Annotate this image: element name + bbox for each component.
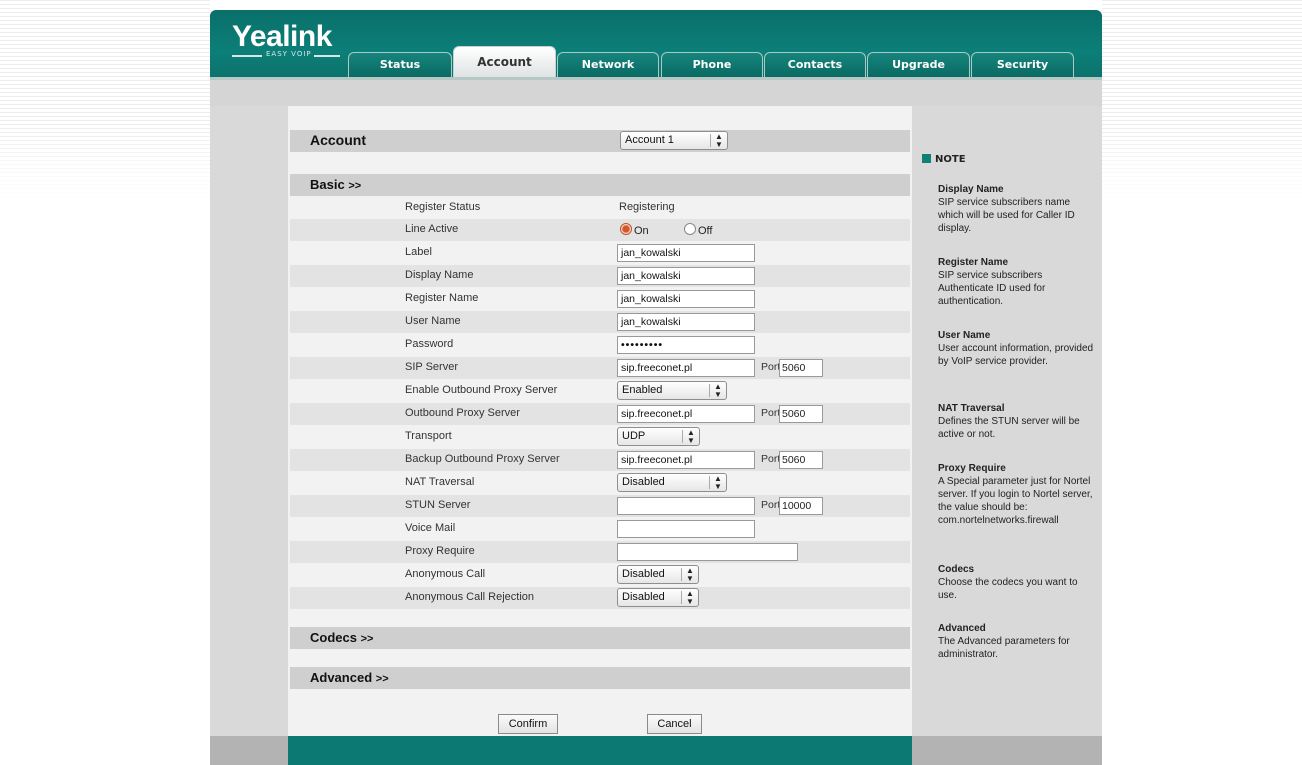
display-name-input[interactable]: jan_kowalski	[617, 267, 755, 285]
account-settings-panel: Account Account 1 ▲ ▼ Basic >> Register S…	[288, 106, 912, 736]
note-codecs: Codecs Choose the codecs you want to use.	[938, 564, 1078, 601]
note-display-name: Display Name SIP service subscribers name…	[938, 184, 1075, 234]
note-register-name: Register Name SIP service subscribers Aut…	[938, 257, 1046, 307]
row-nat-traversal: NAT Traversal Disabled ▲ ▼	[290, 472, 910, 494]
tab-security[interactable]: Security	[971, 52, 1074, 77]
outbound-proxy-port-input[interactable]: 5060	[779, 405, 823, 423]
select-arrows-icon: ▲ ▼	[686, 589, 694, 606]
anonymous-call-select[interactable]: Disabled ▲ ▼	[617, 565, 699, 584]
row-anonymous-rejection: Anonymous Call Rejection Disabled ▲ ▼	[290, 587, 910, 609]
select-arrows-icon: ▲ ▼	[686, 566, 694, 583]
confirm-button[interactable]: Confirm	[498, 714, 558, 734]
footer-bar	[210, 736, 1102, 765]
row-sip-server: SIP Server sip.freeconet.pl Port 5060	[290, 357, 910, 379]
basic-section-bar[interactable]: Basic >>	[290, 174, 910, 196]
logo-tagline: EASY VOIP	[232, 50, 340, 60]
proxy-require-input[interactable]	[617, 543, 798, 561]
select-arrows-icon: ▲ ▼	[714, 474, 722, 491]
row-stun-server: STUN Server Port 10000	[290, 495, 910, 517]
advanced-section-title: Advanced >>	[310, 670, 389, 685]
user-name-input[interactable]: jan_kowalski	[617, 313, 755, 331]
web-admin-frame: Yealink EASY VOIP Status Account Network…	[210, 10, 1102, 765]
password-input[interactable]: •••••••••	[617, 336, 755, 354]
cancel-button[interactable]: Cancel	[647, 714, 702, 734]
nat-traversal-select[interactable]: Disabled ▲ ▼	[617, 473, 727, 492]
note-user-name: User Name User account information, provi…	[938, 330, 1094, 367]
row-user-name: User Name jan_kowalski	[290, 311, 910, 333]
account-section-bar: Account Account 1 ▲ ▼	[290, 130, 910, 152]
row-voice-mail: Voice Mail	[290, 518, 910, 540]
line-active-on-radio[interactable]	[620, 223, 632, 235]
tab-network[interactable]: Network	[557, 52, 659, 77]
note-nat-traversal: NAT Traversal Defines the STUN server wil…	[938, 403, 1080, 440]
note-heading: NOTE	[935, 154, 966, 165]
codecs-section-title: Codecs >>	[310, 630, 374, 645]
row-password: Password •••••••••	[290, 334, 910, 356]
backup-outbound-input[interactable]: sip.freeconet.pl	[617, 451, 755, 469]
anonymous-rejection-select[interactable]: Disabled ▲ ▼	[617, 588, 699, 607]
row-label: Label jan_kowalski	[290, 242, 910, 264]
row-proxy-require: Proxy Require	[290, 541, 910, 563]
row-line-active: Line Active On Off	[290, 219, 910, 241]
yealink-logo: Yealink	[232, 20, 332, 53]
tab-phone[interactable]: Phone	[661, 52, 763, 77]
note-advanced: Advanced The Advanced parameters for admi…	[938, 623, 1070, 660]
row-backup-outbound: Backup Outbound Proxy Server sip.freecon…	[290, 449, 910, 471]
row-transport: Transport UDP ▲ ▼	[290, 426, 910, 448]
row-anonymous-call: Anonymous Call Disabled ▲ ▼	[290, 564, 910, 586]
stun-server-input[interactable]	[617, 497, 755, 515]
backup-outbound-port-input[interactable]: 5060	[779, 451, 823, 469]
voice-mail-input[interactable]	[617, 520, 755, 538]
note-proxy-require: Proxy Require A Special parameter just fo…	[938, 463, 1093, 526]
sip-server-port-input[interactable]: 5060	[779, 359, 823, 377]
row-outbound-proxy: Outbound Proxy Server sip.freeconet.pl P…	[290, 403, 910, 425]
basic-section-title: Basic >>	[310, 177, 362, 192]
tab-account[interactable]: Account	[453, 46, 556, 77]
label-input[interactable]: jan_kowalski	[617, 244, 755, 262]
advanced-section-bar[interactable]: Advanced >>	[290, 667, 910, 689]
row-register-name: Register Name jan_kowalski	[290, 288, 910, 310]
register-status-value: Registering	[619, 201, 675, 213]
select-arrows-icon: ▲ ▼	[715, 132, 723, 149]
row-display-name: Display Name jan_kowalski	[290, 265, 910, 287]
tab-upgrade[interactable]: Upgrade	[867, 52, 970, 77]
select-arrows-icon: ▲ ▼	[714, 382, 722, 399]
account-title: Account	[310, 132, 366, 148]
sip-server-input[interactable]: sip.freeconet.pl	[617, 359, 755, 377]
stun-port-input[interactable]: 10000	[779, 497, 823, 515]
row-register-status: Register Status Registering	[290, 197, 910, 219]
transport-select[interactable]: UDP ▲ ▼	[617, 427, 700, 446]
account-select[interactable]: Account 1 ▲ ▼	[620, 131, 728, 150]
background-stripes-right	[1102, 0, 1302, 200]
outbound-proxy-input[interactable]: sip.freeconet.pl	[617, 405, 755, 423]
line-active-off-radio[interactable]	[684, 223, 696, 235]
header: Yealink EASY VOIP Status Account Network…	[210, 10, 1102, 80]
left-margin	[210, 106, 288, 736]
tab-contacts[interactable]: Contacts	[764, 52, 866, 77]
codecs-section-bar[interactable]: Codecs >>	[290, 627, 910, 649]
enable-outbound-select[interactable]: Enabled ▲ ▼	[617, 381, 727, 400]
row-enable-outbound: Enable Outbound Proxy Server Enabled ▲ ▼	[290, 380, 910, 402]
select-arrows-icon: ▲ ▼	[687, 428, 695, 445]
background-stripes-left	[0, 0, 210, 200]
sub-header-bar	[210, 80, 1102, 106]
tab-status[interactable]: Status	[348, 52, 452, 77]
register-name-input[interactable]: jan_kowalski	[617, 290, 755, 308]
help-sidebar: NOTE Display Name SIP service subscribers…	[912, 106, 1102, 736]
